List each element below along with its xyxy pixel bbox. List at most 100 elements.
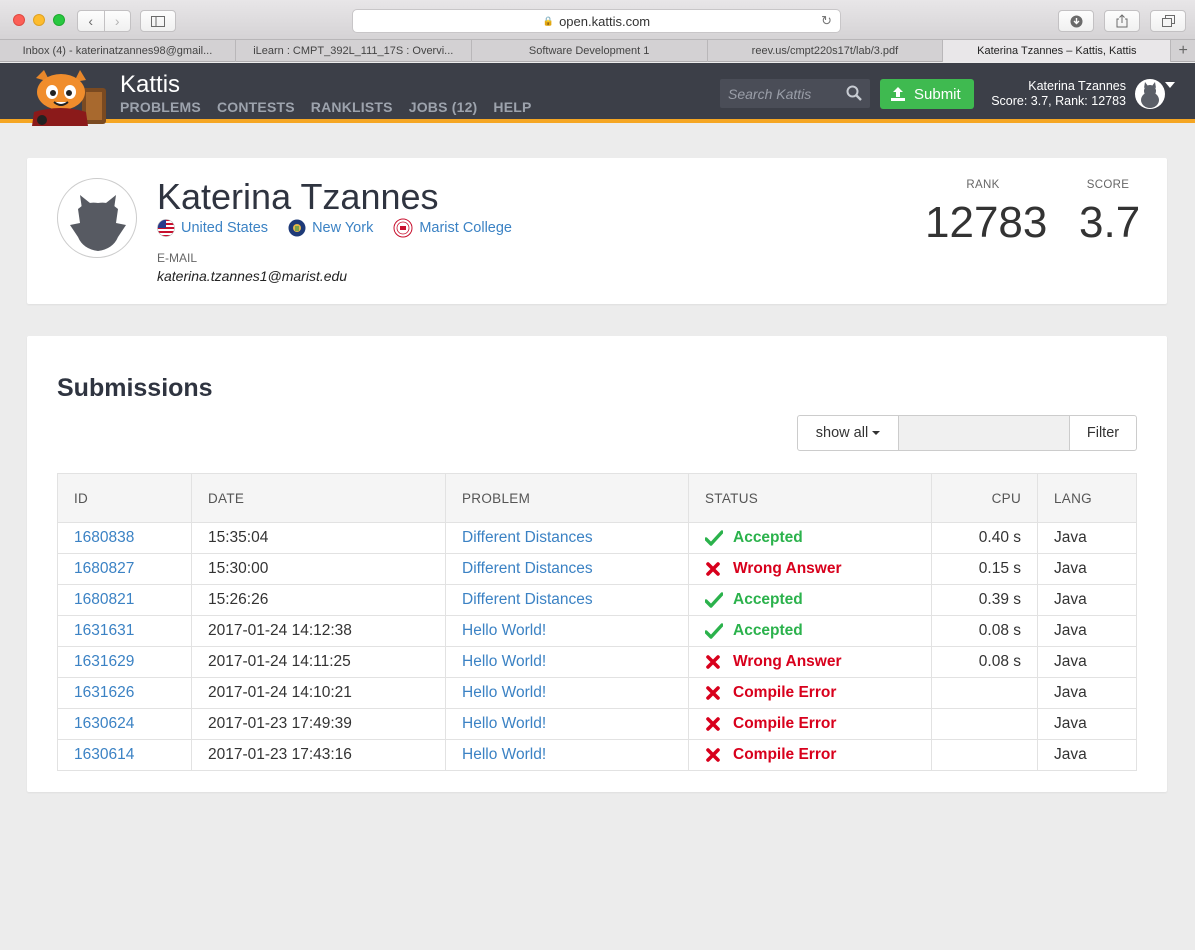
- cell-status: Accepted: [688, 584, 932, 616]
- tabs-overview-button[interactable]: [1150, 10, 1186, 32]
- minimize-window-button[interactable]: [33, 14, 45, 26]
- submission-id-link[interactable]: 1631631: [74, 622, 134, 639]
- submission-id-link[interactable]: 1630624: [74, 715, 134, 732]
- col-status[interactable]: STATUS: [688, 473, 932, 523]
- new-tab-icon[interactable]: +: [1171, 40, 1195, 62]
- forward-icon[interactable]: ›: [103, 11, 131, 31]
- cross-icon: [705, 561, 725, 577]
- cell-problem: Hello World!: [445, 739, 689, 771]
- back-icon[interactable]: ‹: [78, 11, 104, 31]
- submission-id-link[interactable]: 1631626: [74, 684, 134, 701]
- col-date[interactable]: DATE: [191, 473, 446, 523]
- user-avatar[interactable]: [1135, 79, 1165, 109]
- cell-lang: Java: [1037, 553, 1137, 585]
- user-summary[interactable]: Katerina Tzannes Score: 3.7, Rank: 12783: [970, 79, 1126, 109]
- col-problem[interactable]: PROBLEM: [445, 473, 689, 523]
- filter-select[interactable]: show all: [797, 415, 899, 451]
- close-window-button[interactable]: [13, 14, 25, 26]
- cell-lang: Java: [1037, 584, 1137, 616]
- cell-date: 15:26:26: [191, 584, 446, 616]
- state-label: New York: [312, 220, 374, 236]
- problem-link[interactable]: Different Distances: [462, 560, 593, 577]
- cell-cpu: 0.40 s: [931, 522, 1038, 554]
- submission-id-link[interactable]: 1630614: [74, 746, 134, 763]
- cell-cpu: 0.39 s: [931, 584, 1038, 616]
- cross-icon: [705, 747, 725, 763]
- problem-link[interactable]: Hello World!: [462, 653, 546, 670]
- check-icon: [705, 592, 725, 608]
- problem-link[interactable]: Hello World!: [462, 622, 546, 639]
- share-icon: [1116, 14, 1128, 28]
- cell-id: 1680838: [57, 522, 192, 554]
- problem-link[interactable]: Hello World!: [462, 684, 546, 701]
- browser-tab[interactable]: Software Development 1: [472, 40, 708, 62]
- problem-link[interactable]: Hello World!: [462, 715, 546, 732]
- col-lang[interactable]: LANG: [1037, 473, 1137, 523]
- browser-tab[interactable]: Inbox (4) - katerinatzannes98@gmail...: [0, 40, 236, 62]
- state-link[interactable]: New York: [288, 219, 373, 237]
- nav-jobs[interactable]: JOBS (12): [409, 99, 478, 115]
- status-text: Accepted: [733, 622, 803, 639]
- nav-problems[interactable]: PROBLEMS: [120, 99, 201, 115]
- us-flag-icon: [157, 219, 175, 237]
- cell-cpu: 0.08 s: [931, 646, 1038, 678]
- nav-contests[interactable]: CONTESTS: [217, 99, 295, 115]
- filter-select-label: show all: [815, 425, 869, 441]
- cell-lang: Java: [1037, 522, 1137, 554]
- downloads-button[interactable]: [1058, 10, 1094, 32]
- table-header-row: ID DATE PROBLEM STATUS CPU LANG: [57, 473, 1137, 523]
- cell-problem: Hello World!: [445, 708, 689, 740]
- profile-avatar: [57, 178, 137, 258]
- browser-tabbar: Inbox (4) - katerinatzannes98@gmail... i…: [0, 40, 1195, 62]
- user-menu-caret-icon[interactable]: [1165, 82, 1175, 88]
- cell-status: Wrong Answer: [688, 646, 932, 678]
- browser-tab[interactable]: iLearn : CMPT_392L_111_17S : Overvi...: [236, 40, 472, 62]
- school-link[interactable]: Marist College: [393, 218, 512, 238]
- nav-help[interactable]: HELP: [493, 99, 531, 115]
- browser-tab-active[interactable]: Katerina Tzannes – Kattis, Kattis: [943, 40, 1172, 62]
- cell-status: Wrong Answer: [688, 553, 932, 585]
- col-id[interactable]: ID: [57, 473, 192, 523]
- cell-problem: Hello World!: [445, 677, 689, 709]
- share-button[interactable]: [1104, 10, 1140, 32]
- sidebar-icon: [151, 15, 165, 27]
- check-icon: [705, 623, 725, 639]
- cell-date: 2017-01-24 14:10:21: [191, 677, 446, 709]
- nav-ranklists[interactable]: RANKLISTS: [311, 99, 393, 115]
- submission-id-link[interactable]: 1680827: [74, 560, 134, 577]
- cell-lang: Java: [1037, 708, 1137, 740]
- submissions-title: Submissions: [57, 374, 213, 402]
- kattis-logo[interactable]: [26, 68, 108, 126]
- browser-tab[interactable]: reev.us/cmpt220s17t/lab/3.pdf: [708, 40, 944, 62]
- cell-lang: Java: [1037, 677, 1137, 709]
- brand-title[interactable]: Kattis: [120, 71, 180, 99]
- problem-link[interactable]: Different Distances: [462, 529, 593, 546]
- search-input[interactable]: [728, 85, 843, 102]
- submit-button[interactable]: Submit: [880, 79, 974, 109]
- address-bar[interactable]: 🔒 open.kattis.com ↻: [352, 9, 841, 33]
- cell-id: 1631626: [57, 677, 192, 709]
- submission-filter: show all Filter: [797, 415, 1137, 451]
- sidebar-toggle-button[interactable]: [140, 10, 176, 32]
- country-link[interactable]: United States: [157, 219, 268, 237]
- cell-problem: Hello World!: [445, 646, 689, 678]
- submission-id-link[interactable]: 1680821: [74, 591, 134, 608]
- submit-label: Submit: [914, 85, 961, 103]
- reload-icon[interactable]: ↻: [821, 13, 832, 29]
- search-icon[interactable]: [846, 85, 862, 101]
- submission-id-link[interactable]: 1680838: [74, 529, 134, 546]
- cell-cpu: 0.15 s: [931, 553, 1038, 585]
- cell-cpu: 0.08 s: [931, 615, 1038, 647]
- cell-date: 15:35:04: [191, 522, 446, 554]
- zoom-window-button[interactable]: [53, 14, 65, 26]
- col-cpu[interactable]: CPU: [931, 473, 1038, 523]
- filter-input[interactable]: [899, 415, 1069, 451]
- download-icon: [1070, 15, 1082, 27]
- filter-button[interactable]: Filter: [1069, 415, 1137, 451]
- problem-link[interactable]: Different Distances: [462, 591, 593, 608]
- rank-value: 12783: [925, 198, 1048, 247]
- problem-link[interactable]: Hello World!: [462, 746, 546, 763]
- profile-name: Katerina Tzannes: [157, 176, 439, 217]
- cell-cpu: [931, 739, 1038, 771]
- submission-id-link[interactable]: 1631629: [74, 653, 134, 670]
